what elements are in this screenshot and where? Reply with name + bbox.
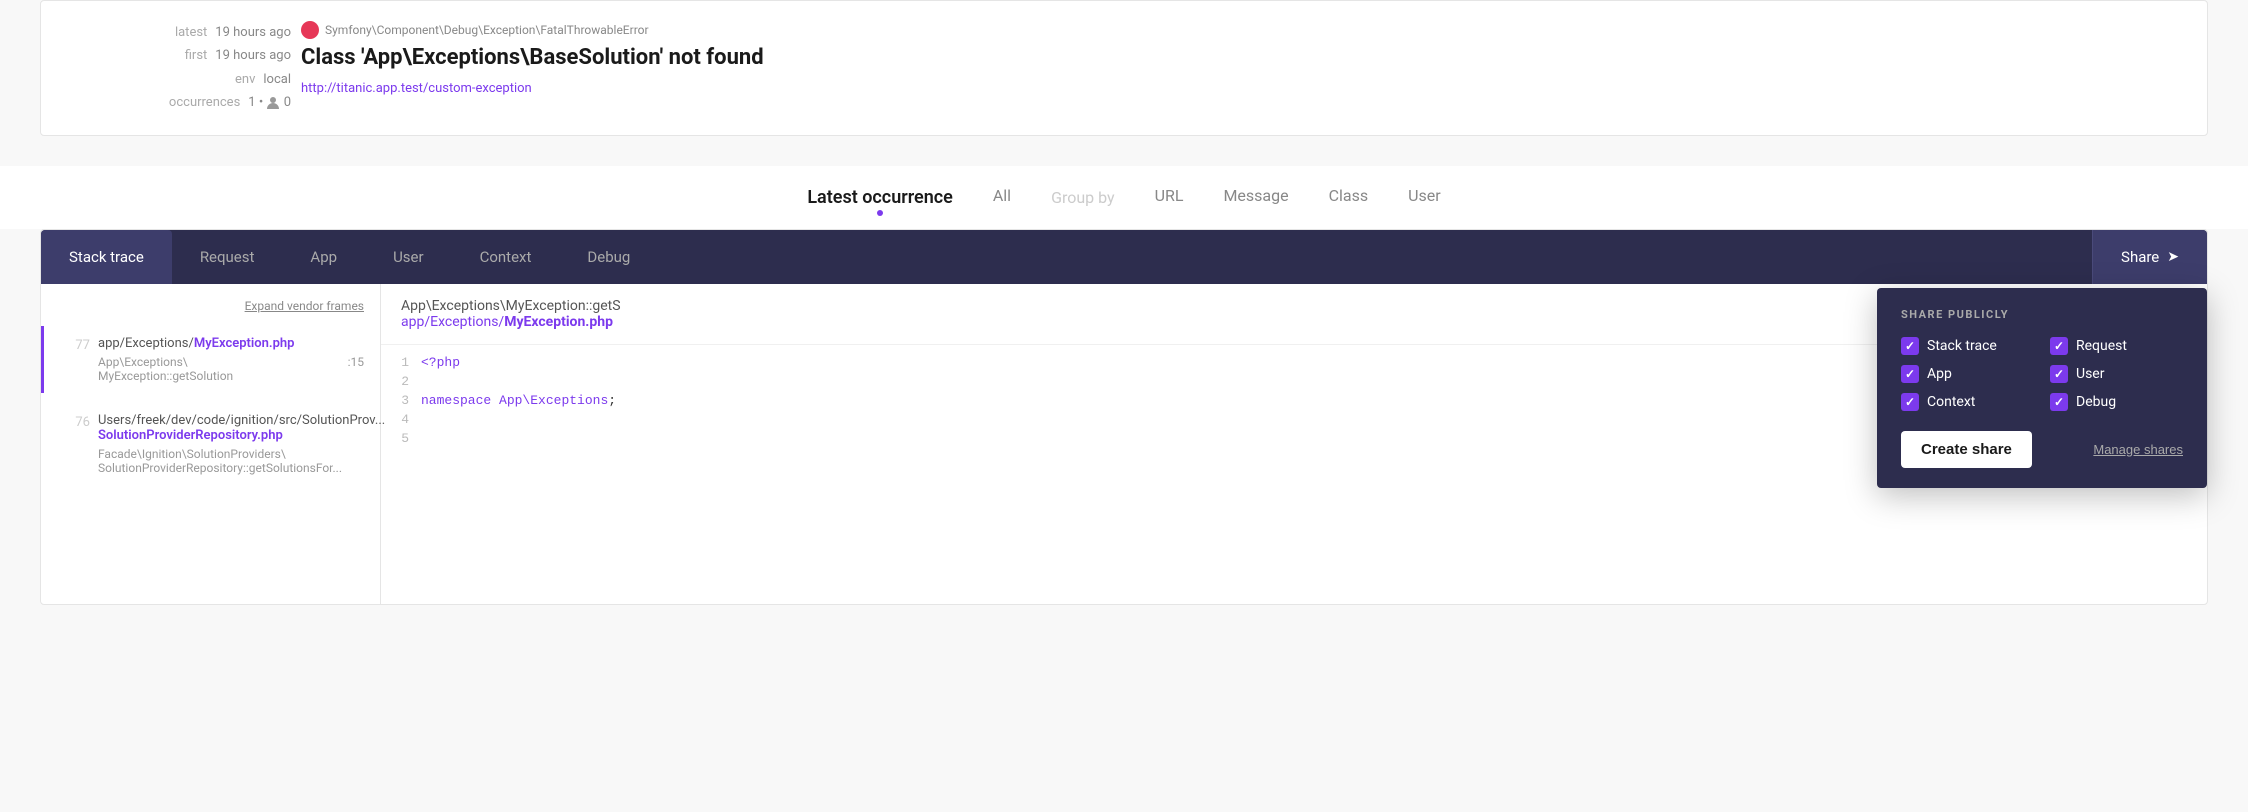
manage-shares-button[interactable]: Manage shares — [2093, 442, 2183, 457]
code-file-path: app/Exceptions/MyException.php — [401, 314, 613, 330]
share-option-label-app: App — [1927, 366, 1952, 382]
meta-section: latest 19 hours ago first 19 hours ago e… — [71, 21, 291, 115]
share-option-label-user: User — [2076, 366, 2104, 382]
expand-vendor-link[interactable]: Expand vendor frames — [245, 299, 364, 313]
tab-debug[interactable]: Debug — [559, 230, 658, 284]
exception-title: Class 'App\Exceptions\BaseSolution' not … — [301, 45, 2177, 70]
share-option-label-stack-trace: Stack trace — [1927, 338, 1997, 354]
first-row: first 19 hours ago — [71, 44, 291, 67]
latest-label: latest — [175, 21, 207, 44]
frame-76[interactable]: 76 Users/freek/dev/code/ignition/src/Sol… — [41, 403, 380, 485]
tab-stack-trace[interactable]: Stack trace — [41, 230, 172, 284]
share-checkbox-debug[interactable]: ✓ — [2050, 393, 2068, 411]
info-card: latest 19 hours ago first 19 hours ago e… — [40, 0, 2208, 136]
share-dropdown: SHARE PUBLICLY ✓ Stack trace ✓ Request ✓… — [1877, 288, 2207, 488]
first-label: first — [185, 44, 208, 67]
file-sidebar: Expand vendor frames 77 app/Exceptions/M… — [41, 284, 381, 604]
frame-file-76: Users/freek/dev/code/ignition/src/Soluti… — [98, 413, 364, 443]
main-panel: Stack trace Request App User Context Deb… — [40, 229, 2208, 605]
nav-item-message[interactable]: Message — [1223, 186, 1288, 209]
frame-call-77: App\Exceptions\MyException::getSolution … — [98, 355, 364, 383]
share-checkbox-request[interactable]: ✓ — [2050, 337, 2068, 355]
exception-url[interactable]: http://titanic.app.test/custom-exception — [301, 81, 532, 96]
code-class-path: App\Exceptions\MyException::getS — [401, 298, 621, 314]
nav-item-class[interactable]: Class — [1329, 186, 1369, 209]
share-actions: Create share Manage shares — [1901, 431, 2183, 468]
env-value: local — [263, 68, 291, 91]
occurrence-nav: Latest occurrence All Group by URL Messa… — [0, 166, 2248, 229]
share-label: Share — [2121, 248, 2159, 266]
occurrences-row: occurrences 1 • 0 — [71, 91, 291, 114]
tab-request[interactable]: Request — [172, 230, 283, 284]
share-checkbox-user[interactable]: ✓ — [2050, 365, 2068, 383]
latest-row: latest 19 hours ago — [71, 21, 291, 44]
exception-class-path: Symfony\Component\Debug\Exception\FatalT… — [301, 21, 2177, 39]
share-option-app: ✓ App — [1901, 365, 2034, 383]
occurrences-label: occurrences — [169, 91, 240, 114]
latest-value: 19 hours ago — [215, 21, 291, 44]
first-value: 19 hours ago — [215, 44, 291, 67]
share-option-request: ✓ Request — [2050, 337, 2183, 355]
share-option-context: ✓ Context — [1901, 393, 2034, 411]
share-option-label-context: Context — [1927, 394, 1975, 410]
expand-vendor[interactable]: Expand vendor frames — [41, 298, 380, 326]
nav-group-by: Group by — [1051, 188, 1115, 207]
tab-bar: Stack trace Request App User Context Deb… — [41, 230, 2207, 284]
env-row: env local — [71, 68, 291, 91]
share-option-label-debug: Debug — [2076, 394, 2116, 410]
share-arrow-icon: ➤ — [2167, 249, 2179, 265]
env-label: env — [235, 68, 255, 91]
frame-number-76: 76 — [60, 413, 90, 430]
nav-item-all[interactable]: All — [993, 186, 1011, 209]
share-checkbox-stack-trace[interactable]: ✓ — [1901, 337, 1919, 355]
share-option-label-request: Request — [2076, 338, 2127, 354]
nav-latest-occurrence[interactable]: Latest occurrence — [807, 187, 953, 208]
frame-content-77: app/Exceptions/MyException.php App\Excep… — [98, 336, 364, 383]
nav-item-user[interactable]: User — [1408, 186, 1441, 209]
share-option-debug: ✓ Debug — [2050, 393, 2183, 411]
tab-app[interactable]: App — [282, 230, 365, 284]
frame-77[interactable]: 77 app/Exceptions/MyException.php App\Ex… — [41, 326, 380, 393]
share-checkbox-app[interactable]: ✓ — [1901, 365, 1919, 383]
nav-item-url[interactable]: URL — [1155, 186, 1184, 209]
tab-user[interactable]: User — [365, 230, 452, 284]
exception-info: Symfony\Component\Debug\Exception\FatalT… — [301, 21, 2177, 96]
share-options: ✓ Stack trace ✓ Request ✓ App ✓ — [1901, 337, 2183, 411]
frame-content-76: Users/freek/dev/code/ignition/src/Soluti… — [98, 413, 364, 475]
tab-context[interactable]: Context — [452, 230, 560, 284]
share-option-user: ✓ User — [2050, 365, 2183, 383]
share-option-stack-trace: ✓ Stack trace — [1901, 337, 2034, 355]
share-title: SHARE PUBLICLY — [1901, 308, 2183, 321]
create-share-button[interactable]: Create share — [1901, 431, 2032, 468]
share-checkbox-context[interactable]: ✓ — [1901, 393, 1919, 411]
frame-number-77: 77 — [60, 336, 90, 353]
user-icon — [266, 96, 280, 110]
occurrences-value: 1 • 0 — [248, 91, 291, 114]
frame-file-77: app/Exceptions/MyException.php — [98, 336, 364, 351]
tab-share[interactable]: Share ➤ — [2092, 230, 2207, 284]
symfony-icon — [301, 21, 319, 39]
frame-call-76: Facade\Ignition\SolutionProviders\Soluti… — [98, 447, 364, 475]
